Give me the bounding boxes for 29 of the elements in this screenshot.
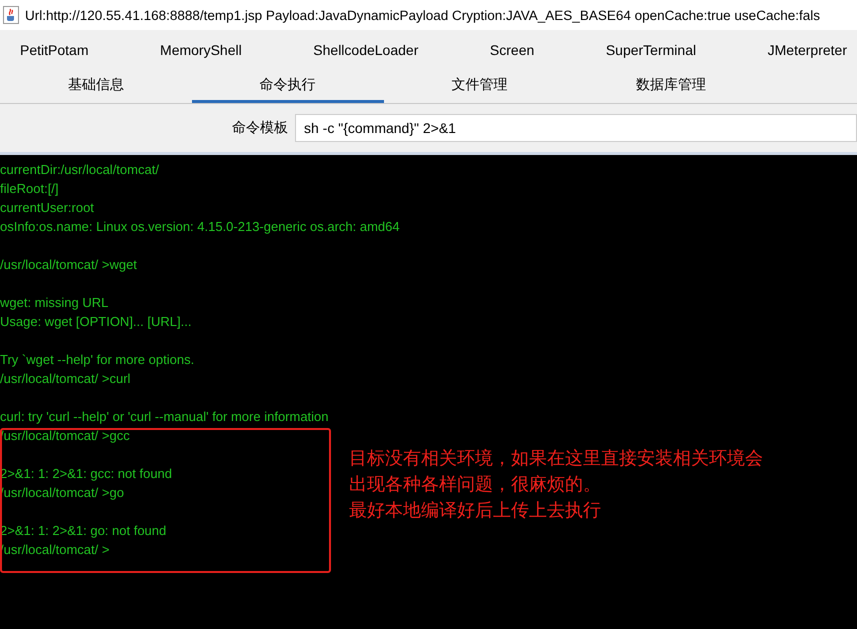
terminal-line: /usr/local/tomcat/ >curl [0, 370, 130, 388]
plugin-tab[interactable]: PetitPotam [20, 42, 88, 58]
plugin-tab[interactable]: MemoryShell [160, 42, 242, 58]
plugin-tab[interactable]: Screen [490, 42, 534, 58]
tab[interactable]: 基础信息 [0, 70, 192, 103]
annotation-text: 目标没有相关环境，如果在这里直接安装相关环境会 [349, 447, 763, 470]
command-template-field[interactable]: sh -c "{command}" 2>&1 [295, 114, 857, 142]
plugin-tab[interactable]: JMeterpreter [768, 42, 847, 58]
terminal-line: /usr/local/tomcat/ > [0, 541, 110, 559]
tab[interactable]: 数据库管理 [575, 70, 767, 103]
terminal-line: /usr/local/tomcat/ >go [0, 484, 124, 502]
terminal-line: /usr/local/tomcat/ >gcc [0, 427, 130, 445]
terminal-line: wget: missing URL [0, 294, 108, 312]
annotation-text: 出现各种各样问题，很麻烦的。 [349, 473, 601, 496]
window-title: Url:http://120.55.41.168:8888/temp1.jsp Payload:JavaDynamicPayload Cryption:JAVA_AES_BASE64 openCache:true useCache:fals [25, 8, 820, 22]
field-label: 命令模板 [232, 119, 288, 137]
terminal-line: fileRoot:[/] [0, 180, 59, 198]
terminal-line: curl: try 'curl --help' or 'curl --manual' for more information [0, 408, 329, 426]
cup-icon [3, 6, 19, 24]
plugin-tab[interactable]: ShellcodeLoader [313, 42, 418, 58]
terminal-line: /usr/local/tomcat/ >wget [0, 256, 137, 274]
annotation-text: 最好本地编译好后上传上去执行 [349, 499, 601, 522]
plugin-tab[interactable]: SuperTerminal [606, 42, 696, 58]
terminal-line: currentDir:/usr/local/tomcat/ [0, 161, 159, 179]
terminal-line: Usage: wget [OPTION]... [URL]... [0, 313, 192, 331]
terminal-line: osInfo:os.name: Linux os.version: 4.15.0-213-generic os.arch: amd64 [0, 218, 400, 236]
terminal-line: currentUser:root [0, 199, 94, 217]
tab[interactable]: 文件管理 [384, 70, 576, 103]
terminal-line: Try `wget --help' for more options. [0, 351, 194, 369]
